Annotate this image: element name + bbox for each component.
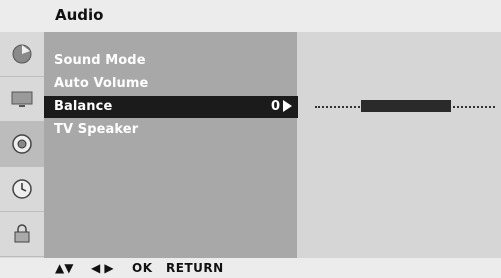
clock-icon (12, 179, 32, 199)
footer-bar (0, 258, 501, 278)
category-picture[interactable] (0, 32, 44, 77)
balance-track-left (315, 106, 360, 108)
right-arrow-icon (283, 100, 292, 112)
menu-item-tv-speaker[interactable]: TV Speaker (54, 119, 138, 141)
return-label: RETURN (166, 261, 224, 275)
ok-label: OK (132, 261, 153, 275)
category-time[interactable] (0, 167, 44, 212)
category-icon-column (0, 32, 44, 258)
screen-icon (11, 91, 33, 107)
menu-item-balance[interactable]: Balance (54, 96, 112, 118)
menu-title: Audio (55, 6, 104, 24)
detail-panel (298, 32, 501, 258)
picture-icon (12, 44, 32, 64)
leftright-icon: ◀ ▶ (91, 261, 114, 275)
audio-icon (12, 134, 32, 154)
updown-icon: ▲▼ (55, 261, 74, 275)
category-lock[interactable] (0, 212, 44, 257)
menu-item-sound-mode[interactable]: Sound Mode (54, 50, 146, 72)
lock-icon (14, 224, 30, 243)
menu-item-auto-volume[interactable]: Auto Volume (54, 73, 148, 95)
category-audio[interactable] (0, 122, 44, 167)
balance-value: 0 (271, 99, 281, 114)
category-screen[interactable] (0, 77, 44, 122)
balance-slider[interactable] (361, 100, 451, 112)
balance-track-right (453, 106, 495, 108)
